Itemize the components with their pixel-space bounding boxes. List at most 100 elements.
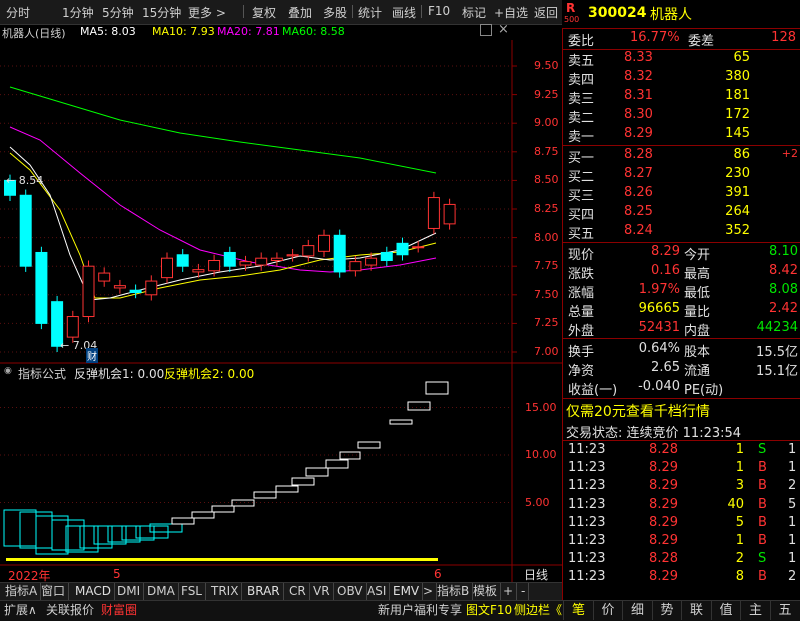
quote-value: 0.16 bbox=[651, 263, 680, 278]
tick-row: 11:23 8.29 5 B 1 bbox=[566, 515, 800, 533]
promo-link[interactable]: 仅需20元查看千档行情 bbox=[566, 401, 710, 421]
maximize-icon[interactable] bbox=[480, 24, 492, 36]
ma60-line bbox=[9, 86, 437, 174]
quote-row: 换手 0.64% 股本 15.5亿 bbox=[566, 341, 800, 360]
buy-row[interactable]: 买五 8.24 352 bbox=[566, 223, 800, 242]
quote-panel-tab[interactable]: 笔 bbox=[563, 601, 593, 620]
kline-chart bbox=[0, 40, 562, 583]
buy-row[interactable]: 买二 8.27 230 bbox=[566, 166, 800, 185]
tb-fuquan[interactable]: 复权 bbox=[252, 4, 276, 21]
tick-price: 8.29 bbox=[649, 496, 678, 512]
indicator-tab[interactable]: - bbox=[518, 583, 530, 600]
buy-volume: 391 bbox=[725, 185, 750, 200]
quote-value: 8.29 bbox=[651, 244, 680, 259]
indicator-tab[interactable]: DMI bbox=[114, 583, 145, 600]
quote-label: 最高 bbox=[684, 267, 711, 282]
indicator-tab[interactable]: 指标A bbox=[2, 583, 42, 600]
sell-row[interactable]: 卖一 8.29 145 bbox=[566, 126, 800, 145]
indicator-tab[interactable]: EMV bbox=[390, 583, 424, 600]
indicator-tab[interactable]: CR bbox=[286, 583, 310, 600]
price-axis-label: 8.00 bbox=[534, 230, 559, 244]
candle bbox=[318, 234, 330, 252]
f10-text-button[interactable]: 图文F10 bbox=[466, 601, 512, 620]
indicator-tab[interactable]: + bbox=[500, 583, 518, 600]
tb-1min[interactable]: 1分钟 bbox=[62, 4, 94, 21]
quote-panel-tab[interactable]: 五 bbox=[769, 601, 800, 620]
expand-button[interactable]: 扩展∧ bbox=[4, 601, 37, 620]
tb-15min[interactable]: 15分钟 bbox=[142, 4, 181, 21]
indicator-tab[interactable]: FSL bbox=[178, 583, 206, 600]
period-label[interactable]: 日线 bbox=[524, 566, 548, 583]
candle bbox=[145, 280, 158, 296]
sidebar-toggle[interactable]: 侧边栏《 bbox=[514, 601, 562, 620]
indicator-tab[interactable]: 模板 bbox=[470, 583, 502, 600]
candle bbox=[255, 257, 268, 266]
tick-price: 8.28 bbox=[649, 551, 678, 567]
indicator-tab[interactable]: 指标B bbox=[434, 583, 474, 600]
candle bbox=[349, 261, 362, 272]
tb-f10[interactable]: F10 bbox=[428, 4, 450, 18]
indicator-tab[interactable]: DMA bbox=[144, 583, 179, 600]
price-axis-label: 7.75 bbox=[534, 259, 559, 273]
quote-panel-tab[interactable]: 势 bbox=[651, 601, 682, 620]
price-axis-label: 7.00 bbox=[534, 345, 559, 358]
indicator-tab[interactable]: ASI bbox=[364, 583, 391, 600]
quote-panel-tab[interactable]: 价 bbox=[592, 601, 623, 620]
indicator-settings-icon[interactable]: ◉ bbox=[4, 366, 12, 376]
sell-row[interactable]: 卖四 8.32 380 bbox=[566, 69, 800, 88]
indicator-box bbox=[231, 499, 255, 507]
quote-panel-tab[interactable]: 值 bbox=[710, 601, 741, 620]
tick-time: 11:23 bbox=[568, 460, 606, 476]
high-annotation: ← 8.54 bbox=[6, 174, 44, 187]
tb-5min[interactable]: 5分钟 bbox=[102, 4, 134, 21]
tb-fanhui[interactable]: 返回 bbox=[534, 4, 558, 21]
indicator-tab[interactable]: MACD bbox=[72, 583, 115, 600]
indicator-axis-label: 5.00 bbox=[525, 495, 550, 509]
indicator-tab[interactable]: 窗口 bbox=[38, 583, 70, 600]
tb-biaoji[interactable]: 标记 bbox=[462, 4, 486, 21]
relate-quote-button[interactable]: 关联报价 bbox=[46, 601, 94, 620]
candle bbox=[380, 251, 393, 261]
candle bbox=[161, 257, 173, 279]
high-value: 8.54 bbox=[18, 174, 44, 187]
sell-price: 8.32 bbox=[624, 69, 653, 84]
sell-volume: 181 bbox=[725, 88, 750, 103]
market-badge-sub: 500 bbox=[564, 15, 580, 24]
sell-row[interactable]: 卖二 8.30 172 bbox=[566, 107, 800, 126]
close-icon[interactable]: × bbox=[498, 22, 509, 37]
sell-row[interactable]: 卖五 8.33 65 bbox=[566, 50, 800, 69]
tb-fenshi[interactable]: 分时 bbox=[6, 4, 30, 21]
indicator-tab[interactable]: VR bbox=[310, 583, 334, 600]
tb-tongji[interactable]: 统计 bbox=[358, 4, 382, 21]
buy-row[interactable]: 买三 8.26 391 bbox=[566, 185, 800, 204]
indicator-title[interactable]: 指标公式 bbox=[18, 365, 66, 382]
indicator-axis-label: 10.00 bbox=[525, 448, 557, 461]
tb-huaxian[interactable]: 画线 bbox=[392, 4, 416, 21]
cai-marker[interactable]: 财 bbox=[86, 348, 98, 363]
quote-label: 最低 bbox=[684, 286, 711, 301]
fortune-circle-button[interactable]: 财富圈 bbox=[101, 601, 137, 620]
trade-status: 交易状态: 连续竞价 11:23:54 bbox=[566, 422, 741, 441]
indicator-tab[interactable]: BRAR bbox=[244, 583, 284, 600]
quote-label: 涨跌 bbox=[568, 267, 595, 282]
sell-row[interactable]: 卖三 8.31 181 bbox=[566, 88, 800, 107]
new-user-link[interactable]: 新用户福利专享 bbox=[378, 601, 462, 620]
quote-label: 内盘 bbox=[684, 324, 711, 339]
tb-more[interactable]: 更多 > bbox=[188, 4, 226, 21]
quote-panel-tab[interactable]: 主 bbox=[740, 601, 770, 620]
tb-diejia[interactable]: 叠加 bbox=[288, 4, 312, 21]
tick-direction: B bbox=[758, 496, 767, 512]
quote-panel-tab[interactable]: 细 bbox=[622, 601, 652, 620]
price-axis-label: 9.50 bbox=[534, 59, 559, 72]
indicator-tab[interactable]: OBV bbox=[334, 583, 367, 600]
tick-price: 8.29 bbox=[649, 533, 678, 548]
tick-direction: B bbox=[758, 533, 767, 548]
tb-duogu[interactable]: 多股 bbox=[323, 4, 347, 21]
quote-panel-tab[interactable]: 联 bbox=[681, 601, 711, 620]
tb-zixuan[interactable]: +自选 bbox=[494, 4, 528, 21]
weibi-row: 委比 16.77% 委差 128 bbox=[566, 30, 800, 49]
buy-row[interactable]: 买四 8.25 264 bbox=[566, 204, 800, 223]
indicator-tab[interactable]: TRIX bbox=[208, 583, 243, 600]
buy-row[interactable]: 买一 8.28 86 +2 bbox=[566, 147, 800, 166]
indicator-box bbox=[325, 459, 349, 469]
